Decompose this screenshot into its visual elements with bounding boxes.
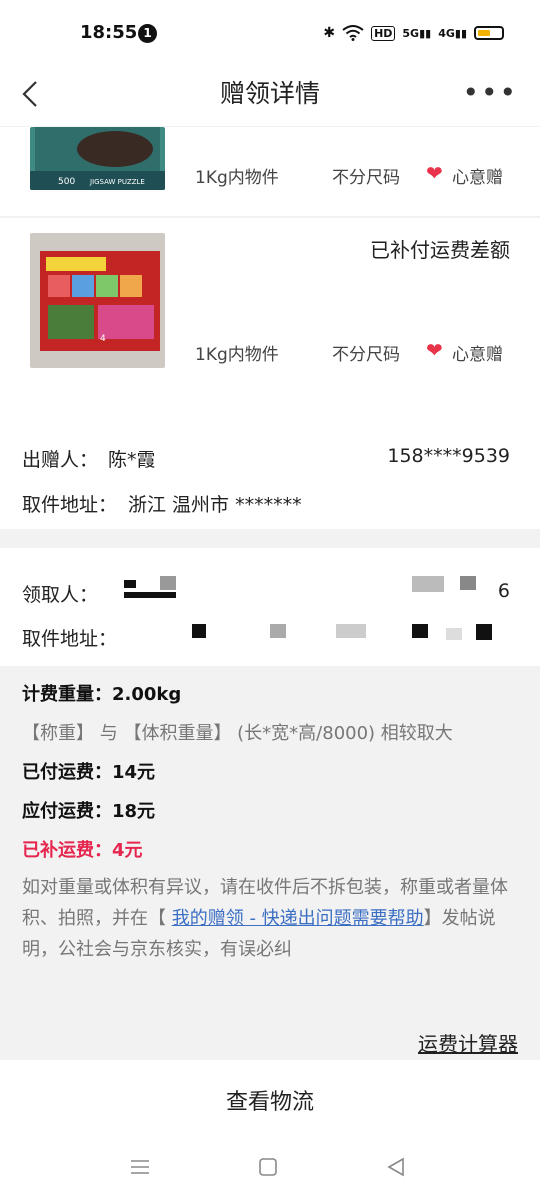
redaction-mask xyxy=(128,620,238,668)
extra-fee-value: 4元 xyxy=(112,840,143,861)
menu-icon[interactable] xyxy=(128,1158,152,1176)
redaction-pixel xyxy=(124,580,136,588)
item-2-status: 已补付运费差额 xyxy=(370,238,510,262)
redaction-pixel xyxy=(446,628,462,640)
due-fee-line: 应付运费：18元 xyxy=(22,797,155,823)
notification-badge: 1 xyxy=(138,24,157,43)
view-logistics-button[interactable]: 查看物流 xyxy=(0,1084,540,1116)
svg-text:JIGSAW PUZZLE: JIGSAW PUZZLE xyxy=(89,178,145,186)
heart-icon: ❤ xyxy=(426,338,443,362)
giver-address: 浙江 温州市 ******* xyxy=(128,494,302,516)
battery-level xyxy=(478,30,491,36)
bluetooth-icon: ✱ xyxy=(323,25,336,41)
extra-fee-line: 已补运费：4元 xyxy=(22,836,143,862)
signal-4g-label: 4G xyxy=(438,26,455,40)
billed-weight-line: 计费重量：2.00kg xyxy=(22,680,181,706)
signal-5g-label: 5G xyxy=(402,26,420,40)
giver-name-label: 出赠人： xyxy=(22,449,99,471)
home-icon[interactable] xyxy=(258,1157,278,1177)
giver-name: 陈*霞 xyxy=(108,449,156,471)
svg-text:4: 4 xyxy=(100,334,106,344)
redaction-mask xyxy=(108,548,188,598)
dispute-note: 如对重量或体积有异议，请在收件后不拆包装，称重或者量体积、拍照，并在【 我的赠领… xyxy=(22,872,518,965)
redaction-pixel xyxy=(412,576,444,592)
billed-weight-label: 计费重量： xyxy=(22,684,112,705)
help-link[interactable]: 我的赠领 - 快递出问题需要帮助 xyxy=(172,908,424,929)
status-icons: ✱ HD 5G▮▮ 4G▮▮ xyxy=(323,22,504,44)
item-2-weight: 1Kg内物件 xyxy=(195,345,279,365)
item-2-tag: 心意赠 xyxy=(452,345,503,365)
redaction-pixel xyxy=(160,576,176,590)
redaction-pixel xyxy=(412,624,428,638)
paid-fee-label: 已付运费： xyxy=(22,762,112,783)
signal-4g-icon: 4G▮▮ xyxy=(438,26,467,40)
heart-icon: ❤ xyxy=(426,161,443,185)
page-title: 赠领详情 xyxy=(219,79,320,108)
item-1-thumbnail: 500 JIGSAW PUZZLE xyxy=(30,127,165,190)
weight-rule: 【称重】 与 【体积重量】 (长*宽*高/8000) 相较取大 xyxy=(22,723,453,744)
due-fee-label: 应付运费： xyxy=(22,801,112,822)
giver-phone[interactable]: 158****9539 xyxy=(387,445,510,467)
giver-address-label: 取件地址： xyxy=(22,494,118,516)
item-2-size: 不分尺码 xyxy=(332,345,400,365)
redaction-pixel xyxy=(336,624,366,638)
due-fee-value: 18元 xyxy=(112,801,156,822)
redaction-pixel xyxy=(476,624,492,640)
battery-icon xyxy=(474,26,504,40)
receiver-address-label: 取件地址： xyxy=(22,628,118,650)
extra-fee-label: 已补运费： xyxy=(22,840,112,861)
receiver-name-label: 领取人： xyxy=(22,584,99,606)
billed-weight-value: 2.00kg xyxy=(112,684,182,705)
status-time: 18:55 xyxy=(80,22,138,43)
paid-fee-value: 14元 xyxy=(112,762,156,783)
signal-5g-icon: 5G▮▮ xyxy=(402,26,432,40)
redaction-pixel xyxy=(192,624,206,638)
item-1-tag: 心意赠 xyxy=(452,168,503,188)
paid-fee-line: 已付运费：14元 xyxy=(22,758,155,784)
redaction-pixel xyxy=(124,592,176,598)
redaction-pixel xyxy=(270,624,286,638)
item-2-thumbnail: 4 xyxy=(30,233,165,368)
svg-text:500: 500 xyxy=(58,177,75,187)
fee-calculator-link[interactable]: 运费计算器 xyxy=(418,1028,518,1057)
redaction-pixel xyxy=(460,576,476,590)
back-nav-icon[interactable] xyxy=(386,1157,406,1177)
wifi-icon xyxy=(342,25,364,41)
system-nav-bar xyxy=(0,1152,540,1182)
receiver-phone-tail: 6 xyxy=(497,580,510,602)
more-options-icon[interactable]: ••• xyxy=(462,76,518,109)
item-1-weight: 1Kg内物件 xyxy=(195,168,279,188)
hd-icon: HD xyxy=(371,25,396,41)
item-1-size: 不分尺码 xyxy=(332,168,400,188)
